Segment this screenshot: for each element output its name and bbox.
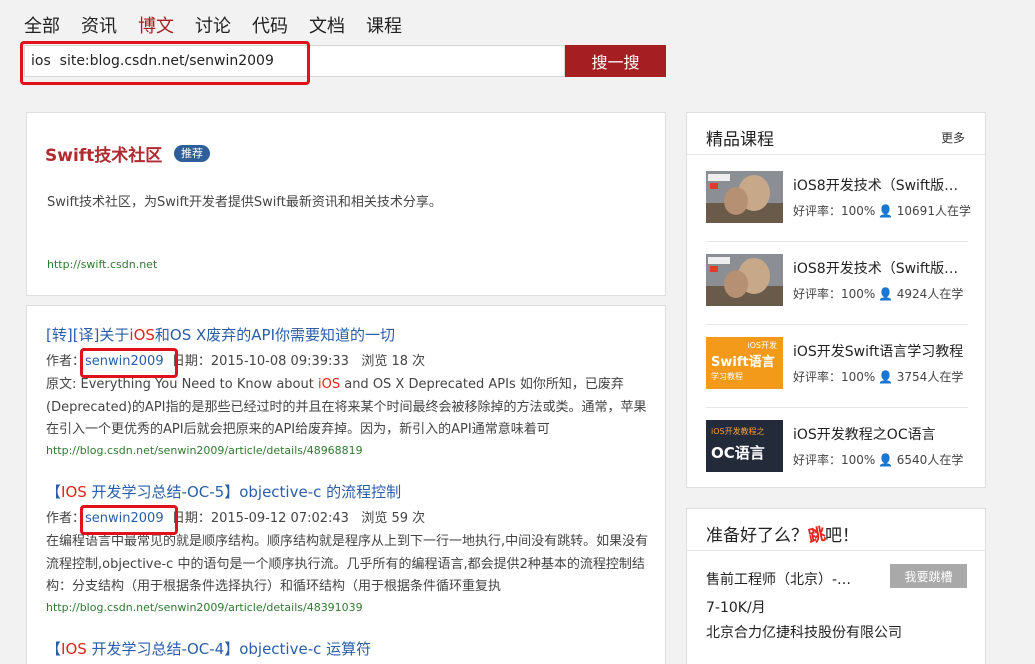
author-label: 作者： [46, 511, 86, 526]
course-learners: 👤 4924人在学 [878, 285, 963, 302]
course-item[interactable]: iOS开发 Swift语言 学习教程 iOS开发Swift语言学习教程 好评率：… [706, 337, 968, 420]
course-learners: 👤 10691人在学 [878, 202, 971, 219]
title-text: [转][译]关于 [46, 326, 130, 344]
result-snippet: 在编程语言中最常见的就是顺序结构。顺序结构就是程序从上到下一行一地执行,中间没有… [46, 531, 656, 599]
title-keyword: IOS [61, 483, 87, 501]
title-text: 和OS X废弃的API你需要知道的一切 [154, 326, 396, 344]
nav-item-docs[interactable]: 文档 [309, 14, 345, 40]
result-views: 浏览 59 次 [361, 511, 426, 526]
title-text: 【 [46, 640, 62, 658]
jobs-panel: 准备好了么？跳吧！ 售前工程师（北京）-… 我要跳槽 7-10K/月 北京合力亿… [686, 508, 986, 664]
title-keyword: IOS [61, 640, 87, 658]
courses-more-link[interactable]: 更多 [941, 129, 965, 146]
job-title[interactable]: 售前工程师（北京）-… [706, 569, 851, 589]
search-result: 【IOS 开发学习总结-OC-5】objective-c 的流程控制 作者：se… [46, 482, 656, 617]
search-box [24, 45, 565, 77]
course-title: iOS8开发技术（Swift版… [793, 178, 959, 194]
search-button[interactable]: 搜一搜 [565, 45, 666, 77]
job-salary: 7-10K/月 [706, 600, 766, 616]
courses-panel: 精品课程 更多 iOS8开发技术（Swift版… 好评率：100% 👤 1069… [686, 112, 986, 488]
course-thumbnail: iOS开发 Swift语言 学习教程 [706, 337, 783, 389]
title-text: 开发学习总结-OC-5】objective-c 的流程控制 [86, 483, 402, 501]
nav-item-all[interactable]: 全部 [24, 14, 60, 40]
search-input[interactable] [25, 46, 564, 76]
course-item[interactable]: iOS开发教程之 OC语言 iOS开发教程之OC语言 好评率：100% 👤 65… [706, 420, 968, 503]
author-link[interactable]: senwin2009 [85, 354, 164, 369]
user-icon: 👤 [878, 287, 893, 301]
snippet-text: 在编程语言中最常见的就是顺序结构。顺序结构就是程序从上到下一行一地执行,中间没有… [46, 534, 649, 594]
result-snippet: 原文: Everything You Need to Know about iO… [46, 374, 656, 442]
course-rating: 好评率：100% [793, 204, 876, 218]
divider [687, 154, 985, 155]
course-title: iOS开发教程之OC语言 [793, 427, 936, 443]
recommend-description: Swift技术社区，为Swift开发者提供Swift最新资讯和相关技术分享。 [47, 195, 442, 210]
thumb-sub-text: 学习教程 [711, 372, 743, 381]
course-learners: 👤 3754人在学 [878, 368, 963, 385]
result-url[interactable]: http://blog.csdn.net/senwin2009/article/… [46, 442, 656, 460]
category-nav: 全部 资讯 博文 讨论 代码 文档 课程 [24, 14, 423, 40]
nav-item-blog[interactable]: 博文 [138, 14, 174, 40]
course-rating: 好评率：100% [793, 453, 876, 467]
nav-item-news[interactable]: 资讯 [81, 14, 117, 40]
nav-item-code[interactable]: 代码 [252, 14, 288, 40]
course-title: iOS开发Swift语言学习教程 [793, 344, 964, 360]
course-title: iOS8开发技术（Swift版… [793, 261, 959, 277]
divider [687, 550, 985, 551]
course-learners: 👤 6540人在学 [878, 451, 963, 468]
result-title[interactable]: 【IOS 开发学习总结-OC-4】objective-c 运算符 [46, 639, 656, 661]
jobs-title-text: 准备好了么？ [706, 526, 808, 546]
snippet-keyword: iOS [317, 377, 341, 392]
course-thumbnail [706, 254, 783, 306]
recommend-tag: 推荐 [174, 145, 210, 162]
nav-item-discussion[interactable]: 讨论 [195, 14, 231, 40]
apply-job-button[interactable]: 我要跳槽 [890, 564, 967, 588]
learners-count: 3754人在学 [896, 370, 964, 384]
divider [706, 241, 968, 242]
recommend-card: Swift技术社区 推荐 Swift技术社区，为Swift开发者提供Swift最… [26, 112, 666, 296]
jobs-panel-title: 准备好了么？跳吧！ [706, 521, 859, 548]
course-item[interactable]: iOS8开发技术（Swift版… 好评率：100% 👤 4924人在学 [706, 254, 968, 337]
result-title[interactable]: 【IOS 开发学习总结-OC-5】objective-c 的流程控制 [46, 482, 656, 504]
job-company[interactable]: 北京合力亿捷科技股份有限公司 [706, 622, 902, 642]
courses-panel-title: 精品课程 [706, 130, 774, 150]
learners-count: 4924人在学 [896, 287, 964, 301]
user-icon: 👤 [878, 370, 893, 384]
result-url[interactable]: http://blog.csdn.net/senwin2009/article/… [46, 599, 656, 617]
thumb-small-text: iOS开发 [747, 341, 777, 350]
course-rating: 好评率：100% [793, 287, 876, 301]
divider [706, 407, 968, 408]
thumb-small-text: iOS开发教程之 [711, 427, 765, 436]
recommend-title[interactable]: Swift技术社区 [45, 141, 162, 166]
author-label: 作者： [46, 354, 86, 369]
user-icon: 👤 [878, 204, 893, 218]
course-rating: 好评率：100% [793, 370, 876, 384]
result-date: 日期：2015-09-12 07:02:43 [171, 511, 349, 526]
learners-count: 6540人在学 [896, 453, 964, 467]
title-keyword: iOS [129, 326, 155, 344]
search-result: 【IOS 开发学习总结-OC-4】objective-c 运算符 [46, 639, 656, 661]
nav-item-courses[interactable]: 课程 [366, 14, 402, 40]
course-item[interactable]: iOS8开发技术（Swift版… 好评率：100% 👤 10691人在学 [706, 171, 971, 254]
thumb-big-text: Swift语言 [711, 355, 775, 370]
snippet-text: 原文: Everything You Need to Know about [46, 377, 318, 392]
result-views: 浏览 18 次 [361, 354, 426, 369]
course-thumbnail: iOS开发教程之 OC语言 [706, 420, 783, 472]
thumb-big-text: OC语言 [711, 444, 765, 462]
course-thumbnail [706, 171, 783, 223]
title-text: 【 [46, 483, 62, 501]
result-meta: 作者：senwin2009 日期：2015-09-12 07:02:43 浏览 … [46, 507, 656, 531]
learners-count: 10691人在学 [896, 204, 971, 218]
jump-badge-icon: 跳 [806, 524, 828, 548]
search-result: [转][译]关于iOS和OS X废弃的API你需要知道的一切 作者：senwin… [46, 325, 656, 460]
result-meta: 作者：senwin2009 日期：2015-10-08 09:39:33 浏览 … [46, 350, 656, 374]
title-text: 开发学习总结-OC-4】objective-c 运算符 [86, 640, 372, 658]
recommend-url[interactable]: http://swift.csdn.net [47, 258, 157, 271]
author-link[interactable]: senwin2009 [85, 511, 164, 526]
user-icon: 👤 [878, 453, 893, 467]
divider [706, 324, 968, 325]
result-title[interactable]: [转][译]关于iOS和OS X废弃的API你需要知道的一切 [46, 325, 656, 347]
jobs-title-text: 吧！ [825, 526, 859, 546]
result-date: 日期：2015-10-08 09:39:33 [171, 354, 349, 369]
